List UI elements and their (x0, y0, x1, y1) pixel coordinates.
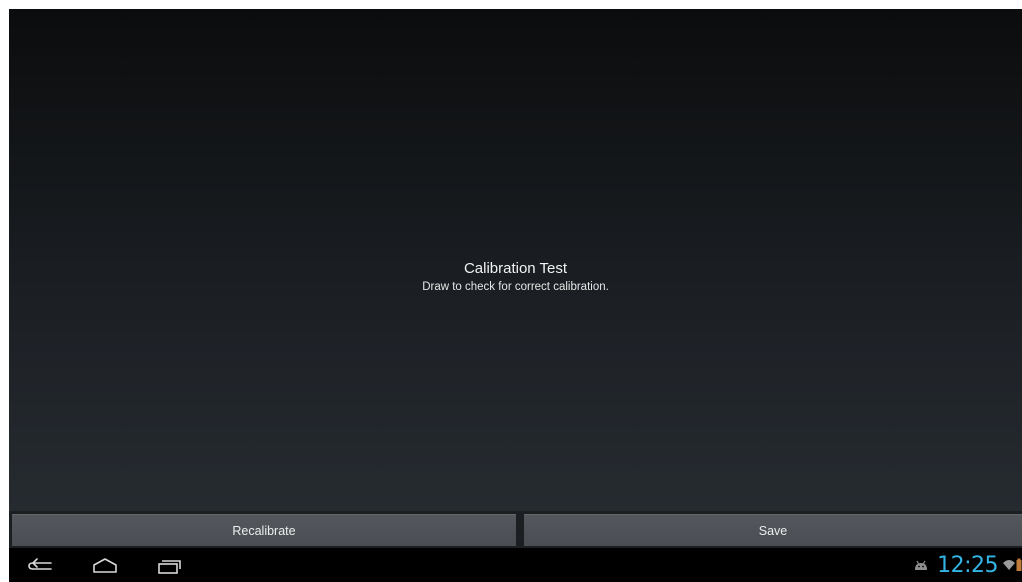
status-area[interactable]: 12:25 (913, 548, 1022, 582)
calibration-subtitle: Draw to check for correct calibration. (422, 281, 609, 293)
system-navigation-bar: 12:25 (9, 548, 1022, 582)
wifi-icon (1003, 560, 1015, 570)
action-button-bar: Recalibrate Save (9, 511, 1022, 548)
calibration-canvas[interactable]: Calibration Test Draw to check for corre… (9, 9, 1022, 511)
back-button[interactable] (22, 554, 58, 578)
recent-apps-button[interactable] (151, 554, 187, 578)
home-button[interactable] (87, 554, 123, 578)
calibration-title: Calibration Test (463, 260, 568, 277)
recalibrate-button[interactable]: Recalibrate (12, 514, 516, 546)
save-button[interactable]: Save (524, 514, 1022, 546)
device-screen: Calibration Test Draw to check for corre… (9, 9, 1022, 582)
back-icon (28, 558, 52, 570)
battery-icon (1016, 558, 1022, 571)
recent-apps-icon (158, 560, 181, 574)
status-clock: 12:25 (937, 552, 998, 578)
home-icon (93, 558, 117, 573)
android-debug-icon (915, 560, 928, 570)
calibration-instructions: Calibration Test Draw to check for corre… (9, 260, 1022, 295)
